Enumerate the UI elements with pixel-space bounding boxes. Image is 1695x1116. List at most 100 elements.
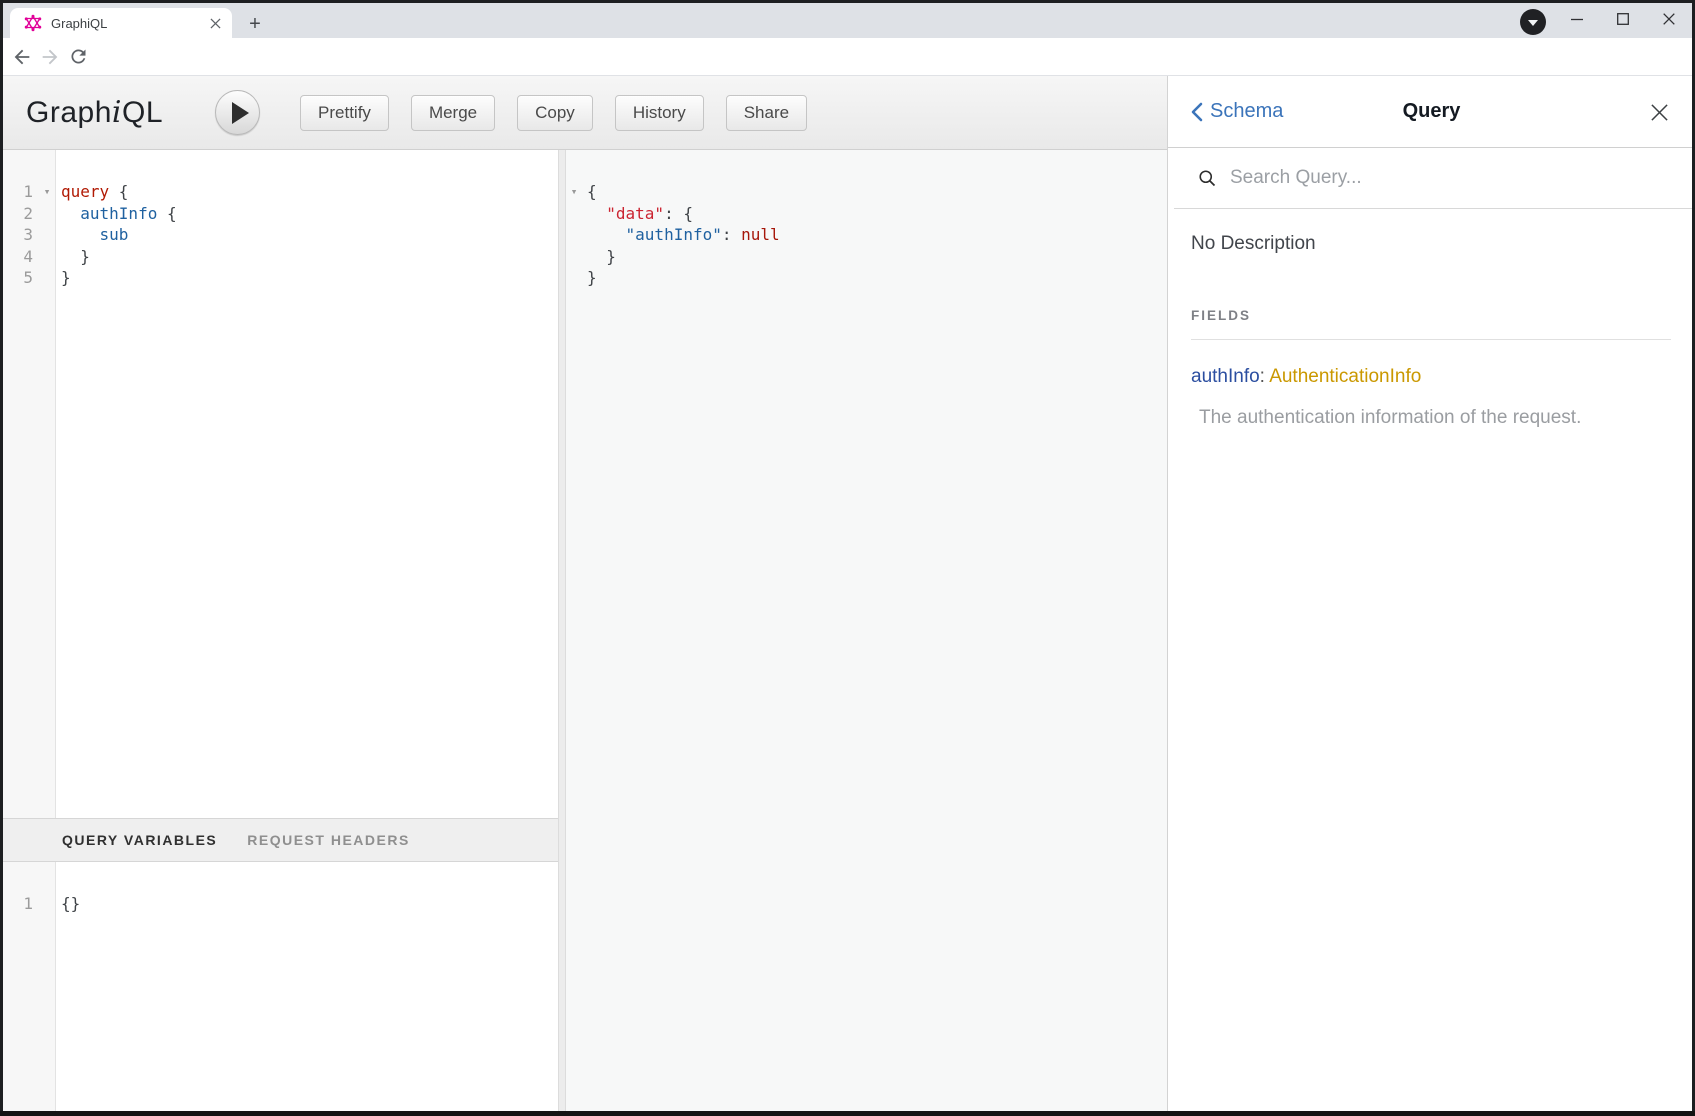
graphql-logo-icon bbox=[24, 14, 42, 32]
doc-explorer-header: Schema Query bbox=[1168, 76, 1695, 148]
close-icon bbox=[210, 18, 221, 29]
field-separator: : bbox=[1260, 366, 1270, 387]
code-text: "authInfo": null bbox=[582, 224, 780, 246]
code-line: } bbox=[566, 267, 1167, 289]
graphiql-logo: GraphiQL bbox=[26, 95, 163, 130]
new-tab-button[interactable]: + bbox=[242, 11, 268, 37]
fold-gutter bbox=[566, 224, 582, 246]
code-line: 2 authInfo { bbox=[0, 203, 558, 225]
code-line: 4 } bbox=[0, 246, 558, 268]
browser-tab[interactable]: GraphiQL bbox=[10, 8, 232, 38]
code-line: "data": { bbox=[566, 203, 1167, 225]
close-window-button[interactable] bbox=[1646, 3, 1692, 35]
chevron-down-icon bbox=[1528, 20, 1538, 26]
code-line: 3 sub bbox=[0, 224, 558, 246]
variables-title-bar: QUERY VARIABLES REQUEST HEADERS bbox=[0, 818, 558, 862]
maximize-icon bbox=[1617, 13, 1629, 25]
variables-editor[interactable]: 1 {} bbox=[0, 862, 558, 1111]
pane-resize-handle[interactable] bbox=[558, 150, 566, 1111]
code-line: ▾{ bbox=[566, 181, 1167, 203]
doc-search bbox=[1174, 148, 1695, 209]
code-line: 1 {} bbox=[0, 893, 558, 915]
copy-button[interactable]: Copy bbox=[517, 95, 593, 131]
fold-gutter bbox=[38, 267, 56, 289]
line-number: 1 bbox=[0, 893, 38, 915]
browser-address-bar: localhost:3000/graphql P bbox=[0, 38, 1695, 76]
field-type-link[interactable]: AuthenticationInfo bbox=[1269, 366, 1421, 387]
prettify-button[interactable]: Prettify bbox=[300, 95, 389, 131]
line-number: 2 bbox=[0, 203, 38, 225]
doc-close-button[interactable] bbox=[1647, 100, 1671, 124]
reload-icon bbox=[68, 46, 89, 67]
fold-arrow-icon[interactable]: ▾ bbox=[566, 181, 582, 203]
window-border-top bbox=[0, 0, 1695, 3]
fields-section-label: FIELDS bbox=[1191, 308, 1671, 323]
code-text: } bbox=[56, 246, 90, 268]
execute-query-button[interactable] bbox=[215, 90, 260, 135]
reload-button[interactable] bbox=[64, 43, 92, 71]
query-editor[interactable]: 1▾query {2 authInfo {3 sub4 }5} bbox=[0, 150, 558, 818]
close-icon bbox=[1663, 13, 1675, 25]
code-line: 5} bbox=[0, 267, 558, 289]
fold-gutter bbox=[38, 224, 56, 246]
code-line: } bbox=[566, 246, 1167, 268]
window-controls bbox=[1554, 3, 1692, 35]
line-number: 3 bbox=[0, 224, 38, 246]
doc-title: Query bbox=[1168, 100, 1695, 123]
tab-close-button[interactable] bbox=[206, 14, 224, 32]
tab-query-variables[interactable]: QUERY VARIABLES bbox=[62, 832, 217, 848]
code-text: {} bbox=[56, 893, 80, 915]
back-button[interactable] bbox=[8, 43, 36, 71]
minimize-button[interactable] bbox=[1554, 3, 1600, 35]
fold-arrow-icon[interactable]: ▾ bbox=[38, 181, 56, 203]
plus-icon: + bbox=[249, 13, 261, 36]
history-button[interactable]: History bbox=[615, 95, 704, 131]
code-text: } bbox=[582, 246, 616, 268]
browser-tab-bar: GraphiQL + bbox=[0, 0, 1695, 38]
graphiql-toolbar: GraphiQL Prettify Merge Copy History Share bbox=[0, 76, 1167, 150]
code-line: "authInfo": null bbox=[566, 224, 1167, 246]
doc-explorer: Schema Query No Description FIELDS authI… bbox=[1167, 76, 1695, 1111]
field-row: authInfo: AuthenticationInfo bbox=[1191, 366, 1671, 388]
back-arrow-icon bbox=[11, 46, 33, 68]
play-icon bbox=[232, 102, 249, 124]
code-text: authInfo { bbox=[56, 203, 177, 225]
forward-arrow-icon bbox=[39, 46, 61, 68]
doc-search-input[interactable] bbox=[1230, 167, 1650, 189]
fold-gutter bbox=[38, 203, 56, 225]
taskbar-edge bbox=[0, 1111, 1695, 1116]
forward-button[interactable] bbox=[36, 43, 64, 71]
tab-title: GraphiQL bbox=[51, 16, 206, 31]
maximize-button[interactable] bbox=[1600, 3, 1646, 35]
line-number: 1 bbox=[0, 181, 38, 203]
tab-search-button[interactable] bbox=[1520, 9, 1546, 35]
tab-request-headers[interactable]: REQUEST HEADERS bbox=[247, 832, 410, 848]
code-text: { bbox=[582, 181, 597, 203]
field-description: The authentication information of the re… bbox=[1199, 407, 1671, 429]
line-number: 5 bbox=[0, 267, 38, 289]
share-button[interactable]: Share bbox=[726, 95, 807, 131]
toolbar-buttons: Prettify Merge Copy History Share bbox=[300, 95, 807, 131]
fold-gutter bbox=[566, 246, 582, 268]
close-icon bbox=[1650, 103, 1669, 122]
result-viewer: ▾{ "data": { "authInfo": null }} bbox=[566, 150, 1167, 1111]
fold-gutter bbox=[566, 203, 582, 225]
code-text: query { bbox=[56, 181, 128, 203]
code-text: } bbox=[582, 267, 597, 289]
fields-divider bbox=[1191, 339, 1671, 340]
code-text: "data": { bbox=[582, 203, 693, 225]
search-icon bbox=[1197, 168, 1218, 189]
code-text: } bbox=[56, 267, 71, 289]
code-text: sub bbox=[56, 224, 128, 246]
fold-gutter bbox=[38, 893, 56, 915]
line-number: 4 bbox=[0, 246, 38, 268]
fold-gutter bbox=[38, 246, 56, 268]
merge-button[interactable]: Merge bbox=[411, 95, 495, 131]
type-description: No Description bbox=[1191, 233, 1671, 255]
fold-gutter bbox=[566, 267, 582, 289]
doc-explorer-body: No Description FIELDS authInfo: Authenti… bbox=[1168, 209, 1695, 429]
window-border-left bbox=[0, 0, 3, 1116]
field-name-link[interactable]: authInfo bbox=[1191, 366, 1260, 387]
browser-window: GraphiQL + bbox=[0, 0, 1695, 1116]
code-line: 1▾query { bbox=[0, 181, 558, 203]
